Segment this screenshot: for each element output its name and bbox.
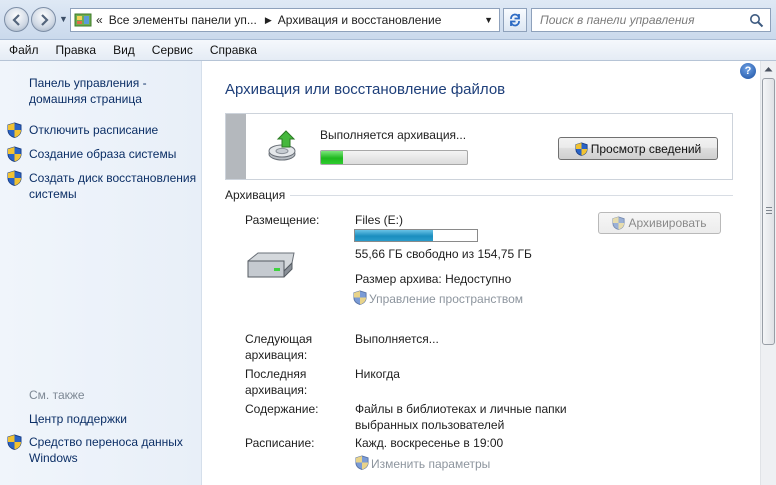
last-backup-value: Никогда — [355, 367, 400, 381]
uac-shield-icon — [575, 141, 588, 156]
scroll-thumb[interactable] — [762, 78, 775, 345]
forward-button[interactable] — [31, 7, 56, 32]
last-backup-label-line2: архивация: — [245, 383, 308, 397]
search-box[interactable] — [531, 8, 771, 32]
windows-easy-transfer-line1: Средство переноса данных — [29, 435, 183, 449]
free-space-text: 55,66 ГБ свободно из 154,75 ГБ — [355, 247, 532, 261]
menu-view[interactable]: Вид — [104, 43, 143, 57]
drive-usage-bar — [354, 229, 478, 242]
windows-easy-transfer-link[interactable]: Средство переноса данных Windows — [29, 434, 183, 466]
scroll-up-button[interactable] — [761, 61, 776, 77]
address-field[interactable]: « Все элементы панели уп... ▶ Архивация … — [70, 8, 500, 32]
breadcrumb-backup-restore[interactable]: Архивация и восстановление — [278, 13, 442, 27]
uac-shield-icon — [612, 216, 626, 230]
refresh-button[interactable] — [503, 8, 527, 32]
archive-size-text: Размер архива: Недоступно — [355, 272, 512, 286]
contents-value: Файлы в библиотеках и личные папки выбра… — [355, 401, 567, 433]
main-content: ? Архивация или восстановление файлов Вы… — [202, 61, 760, 485]
address-bar-region: ▼ « Все элементы панели уп... ▶ Архиваци… — [0, 0, 776, 40]
uac-shield-icon — [7, 434, 22, 450]
uac-shield-icon — [7, 146, 22, 162]
section-divider — [290, 195, 733, 196]
vertical-scrollbar[interactable] — [760, 61, 776, 485]
backup-in-progress-icon — [268, 130, 296, 161]
breadcrumb-separator-icon[interactable]: ▶ — [265, 15, 272, 26]
backup-now-button[interactable]: Архивировать — [598, 212, 721, 234]
refresh-icon — [510, 13, 520, 27]
next-backup-label-line2: архивация: — [245, 348, 308, 362]
schedule-label: Расписание: — [245, 436, 315, 450]
disable-schedule-link[interactable]: Отключить расписание — [29, 122, 158, 138]
scroll-up-arrow-icon — [764, 67, 773, 72]
search-input[interactable] — [532, 9, 742, 31]
schedule-value: Кажд. воскресенье в 19:00 — [355, 436, 504, 450]
status-strip — [226, 114, 246, 179]
back-button[interactable] — [4, 7, 29, 32]
uac-shield-icon — [355, 455, 369, 470]
see-also-heading: См. также — [29, 388, 85, 402]
view-details-button[interactable]: Просмотр сведений — [558, 137, 718, 160]
backup-section-heading: Архивация — [225, 188, 286, 202]
address-overflow-chevron[interactable]: « — [96, 13, 103, 27]
backup-status-panel: Выполняется архивация... Просмотр сведен… — [225, 113, 733, 180]
contents-value-line1: Файлы в библиотеках и личные папки — [355, 402, 567, 416]
breadcrumb-all-control-panel-items[interactable]: Все элементы панели уп... — [109, 13, 257, 27]
location-label: Размещение: — [245, 213, 320, 227]
control-panel-home-line1: Панель управления - — [29, 76, 147, 90]
menu-tools[interactable]: Сервис — [143, 43, 201, 57]
control-panel-icon — [74, 13, 92, 27]
uac-shield-icon — [7, 170, 22, 186]
create-recovery-disc-link[interactable]: Создать диск восстановления системы — [29, 170, 196, 202]
task-pane: Панель управления - домашняя страница От… — [0, 61, 202, 485]
help-icon[interactable]: ? — [740, 63, 756, 79]
arrow-left-icon — [11, 13, 20, 26]
drive-usage-fill — [355, 230, 434, 241]
menu-edit[interactable]: Правка — [47, 43, 105, 57]
last-backup-label: Последняя архивация: — [245, 366, 307, 398]
windows-easy-transfer-line2: Windows — [29, 451, 78, 465]
control-panel-home-link[interactable]: Панель управления - домашняя страница — [29, 75, 147, 107]
action-center-link[interactable]: Центр поддержки — [29, 411, 127, 427]
manage-space-link[interactable]: Управление пространством — [369, 292, 523, 306]
contents-label: Содержание: — [245, 402, 319, 416]
create-recovery-disc-line2: системы — [29, 187, 77, 201]
scroll-thumb-grip — [766, 207, 772, 215]
backup-now-label: Архивировать — [628, 216, 707, 230]
address-dropdown-icon[interactable]: ▼ — [484, 15, 493, 25]
uac-shield-icon — [353, 290, 367, 305]
next-backup-value: Выполняется... — [355, 332, 439, 346]
change-settings-link[interactable]: Изменить параметры — [371, 457, 490, 471]
menu-file[interactable]: Файл — [0, 43, 47, 57]
page-title: Архивация или восстановление файлов — [225, 81, 506, 98]
contents-value-line2: выбранных пользователей — [355, 418, 505, 432]
menu-help[interactable]: Справка — [201, 43, 265, 57]
backup-progress-fill — [321, 151, 343, 164]
location-value: Files (E:) — [355, 213, 403, 227]
menu-bar: Файл Правка Вид Сервис Справка — [0, 40, 776, 61]
last-backup-label-line1: Последняя — [245, 367, 307, 381]
view-details-label: Просмотр сведений — [590, 141, 702, 156]
backup-progress-bar — [320, 150, 468, 165]
recent-pages-dropdown-icon[interactable]: ▼ — [59, 14, 68, 24]
search-icon[interactable] — [749, 13, 764, 28]
create-recovery-disc-line1: Создать диск восстановления — [29, 171, 197, 185]
backup-status-text: Выполняется архивация... — [320, 128, 467, 142]
arrow-right-icon — [40, 13, 49, 26]
uac-shield-icon — [7, 122, 22, 138]
hard-drive-icon — [247, 252, 295, 278]
next-backup-label: Следующая архивация: — [245, 331, 312, 363]
create-system-image-link[interactable]: Создание образа системы — [29, 146, 176, 162]
control-panel-home-line2: домашняя страница — [29, 92, 142, 106]
next-backup-label-line1: Следующая — [245, 332, 313, 346]
